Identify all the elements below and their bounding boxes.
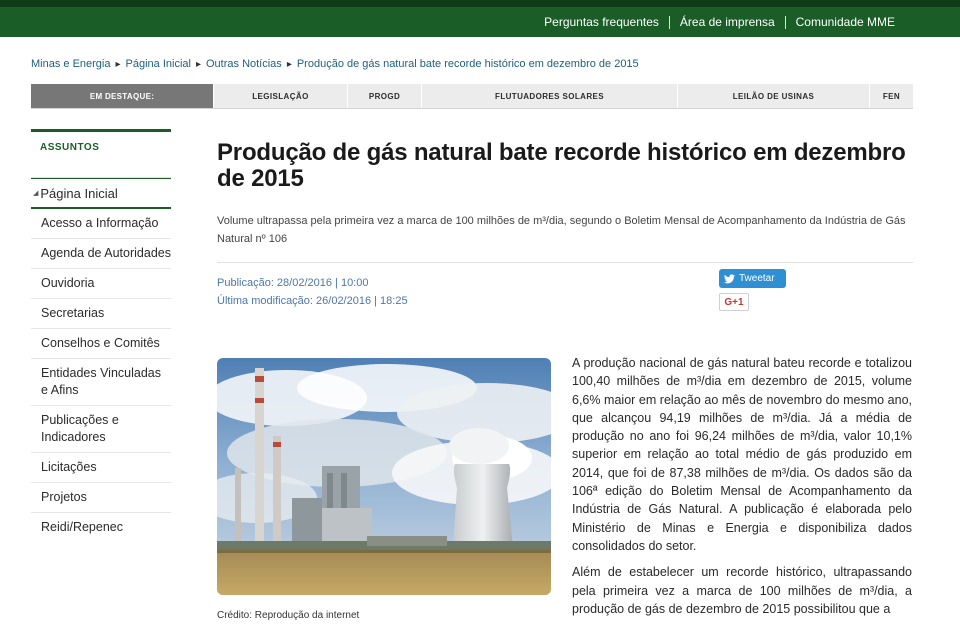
article-paragraph: Além de estabelecer um recorde histórico… xyxy=(572,565,912,616)
sidebar-item-licitacoes[interactable]: Licitações xyxy=(31,453,171,483)
article: Produção de gás natural bate recorde his… xyxy=(217,139,913,311)
link-comunidade-mme[interactable]: Comunidade MME xyxy=(786,15,905,29)
topic-flutuadores-solares[interactable]: FLUTUADORES SOLARES xyxy=(421,84,677,108)
topic-fen[interactable]: FEN xyxy=(869,84,913,108)
tweet-label: Tweetar xyxy=(739,273,775,284)
article-meta: Publicação: 28/02/2016 | 10:00 Última mo… xyxy=(217,274,408,310)
sidebar-item-agenda-de-autoridades[interactable]: Agenda de Autoridades xyxy=(31,239,171,269)
article-paragraph: A produção nacional de gás natural bateu… xyxy=(572,356,912,553)
breadcrumb-item-minas-e-energia[interactable]: Minas e Energia xyxy=(31,58,111,70)
sidebar-heading: ASSUNTOS xyxy=(31,129,171,178)
sidebar-item-conselhos-e-comites[interactable]: Conselhos e Comitês xyxy=(31,329,171,359)
sidebar-item-ouvidoria[interactable]: Ouvidoria xyxy=(31,269,171,299)
tweet-button[interactable]: Tweetar xyxy=(719,269,786,288)
sidebar-item-publicacoes-e-indicadores[interactable]: Publicações e Indicadores xyxy=(31,406,171,453)
breadcrumb-chevron-icon: ▸ xyxy=(286,58,292,70)
top-bar: Perguntas frequentes Área de imprensa Co… xyxy=(0,7,960,37)
link-perguntas-frequentes[interactable]: Perguntas frequentes xyxy=(534,15,669,29)
article-subtitle: Volume ultrapassa pela primeira vez a ma… xyxy=(217,215,906,245)
meta-divider xyxy=(217,262,913,263)
breadcrumb-chevron-icon: ▸ xyxy=(115,58,121,70)
sidebar: ASSUNTOS ◢ Página Inicial Acesso a Infor… xyxy=(31,129,171,542)
link-area-de-imprensa[interactable]: Área de imprensa xyxy=(670,15,785,29)
sidebar-item-projetos[interactable]: Projetos xyxy=(31,483,171,513)
breadcrumb-item-outras-noticias[interactable]: Outras Notícias xyxy=(206,58,282,70)
triangle-icon: ◢ xyxy=(33,190,39,197)
topic-bar-label: EM DESTAQUE: xyxy=(31,84,213,108)
article-body: A produção nacional de gás natural bateu… xyxy=(572,354,912,626)
photo-credit: Crédito: Reprodução da internet xyxy=(217,610,360,621)
article-photo xyxy=(217,358,551,595)
twitter-bird-icon xyxy=(724,273,735,283)
power-plant-image xyxy=(217,358,551,595)
sidebar-item-entidades-vinculadas[interactable]: Entidades Vinculadas e Afins xyxy=(31,359,171,406)
topic-bar: EM DESTAQUE: LEGISLAÇÃO PROGD FLUTUADORE… xyxy=(31,84,913,109)
breadcrumb-item-current[interactable]: Produção de gás natural bate recorde his… xyxy=(297,58,639,70)
modification-date: Última modificação: 26/02/2016 | 18:25 xyxy=(217,295,408,307)
publication-date: Publicação: 28/02/2016 | 10:00 xyxy=(217,277,369,289)
top-links: Perguntas frequentes Área de imprensa Co… xyxy=(534,7,905,37)
sidebar-item-secretarias[interactable]: Secretarias xyxy=(31,299,171,329)
breadcrumb-chevron-icon: ▸ xyxy=(195,58,201,70)
breadcrumb: Minas e Energia ▸ Página Inicial ▸ Outra… xyxy=(31,58,639,70)
google-plus-button[interactable]: G+1 xyxy=(719,293,749,311)
sidebar-item-acesso-a-informacao[interactable]: Acesso a Informação xyxy=(31,209,171,239)
topic-legislacao[interactable]: LEGISLAÇÃO xyxy=(213,84,347,108)
topic-progd[interactable]: PROGD xyxy=(347,84,421,108)
top-stripe xyxy=(0,0,960,7)
sidebar-item-label: Página Inicial xyxy=(40,185,118,201)
article-title: Produção de gás natural bate recorde his… xyxy=(217,139,906,192)
sidebar-item-reidi-repenec[interactable]: Reidi/Repenec xyxy=(31,513,171,542)
topic-leilao-de-usinas[interactable]: LEILÃO DE USINAS xyxy=(677,84,869,108)
sidebar-item-pagina-inicial[interactable]: ◢ Página Inicial xyxy=(31,178,171,209)
breadcrumb-item-pagina-inicial[interactable]: Página Inicial xyxy=(126,58,191,70)
